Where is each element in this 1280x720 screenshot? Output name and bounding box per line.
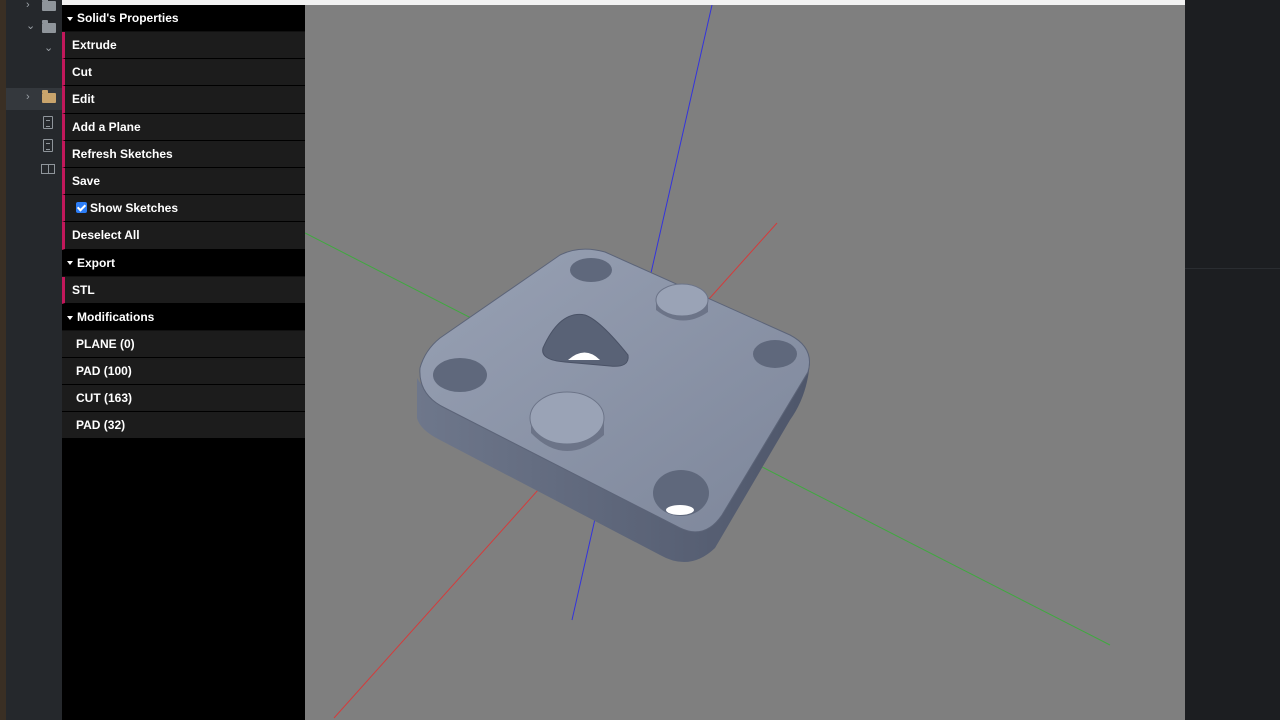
pad-small xyxy=(655,283,709,321)
modification-item-plane[interactable]: PLANE (0) xyxy=(62,330,305,358)
file-tree: › ⌄ ⌄ › xyxy=(6,0,62,720)
scene-canvas[interactable] xyxy=(304,4,1185,720)
tree-row-file-2[interactable] xyxy=(6,136,62,158)
tree-row-subitem[interactable]: ⌄ xyxy=(6,42,62,64)
show-sketches-toggle[interactable]: Show Sketches xyxy=(62,195,305,223)
edit-button[interactable]: Edit xyxy=(62,86,305,114)
section-title: Solid's Properties xyxy=(77,11,179,25)
chevron-down-icon[interactable]: ⌄ xyxy=(26,19,35,32)
caret-down-icon xyxy=(67,16,73,21)
folder-icon xyxy=(42,0,56,11)
export-stl-button[interactable]: STL xyxy=(62,276,305,304)
divider xyxy=(1185,268,1280,269)
hole-bottom-through xyxy=(666,505,694,515)
modification-item-pad-2[interactable]: PAD (32) xyxy=(62,412,305,440)
checkbox-checked-icon[interactable] xyxy=(76,202,87,214)
add-plane-button[interactable]: Add a Plane xyxy=(62,113,305,141)
section-solids-properties[interactable]: Solid's Properties xyxy=(62,5,305,32)
document-icon xyxy=(43,116,53,129)
section-title: Export xyxy=(77,255,116,270)
hole-top xyxy=(570,258,612,282)
hole-right xyxy=(753,340,797,368)
section-title: Modifications xyxy=(77,309,155,324)
tree-row-folder-1[interactable]: › xyxy=(6,0,62,18)
document-icon xyxy=(43,139,53,152)
properties-panel: Solid's Properties Extrude Cut Edit Add … xyxy=(62,5,305,720)
tree-row-file-1[interactable] xyxy=(6,113,62,135)
deselect-all-button[interactable]: Deselect All xyxy=(62,222,305,250)
save-button[interactable]: Save xyxy=(62,167,305,196)
folder-icon xyxy=(42,90,56,103)
section-export[interactable]: Export xyxy=(62,250,305,277)
tree-row-folder-active[interactable]: › xyxy=(6,88,62,110)
3d-viewport[interactable] xyxy=(304,4,1185,720)
hole-left xyxy=(433,358,487,392)
plate-top-face xyxy=(419,248,810,533)
app-window: › ⌄ ⌄ › Solid's Properties Extrude Cut E… xyxy=(0,0,1280,720)
tree-row-folder-2[interactable]: ⌄ xyxy=(6,18,62,40)
book-icon xyxy=(41,164,55,174)
cut-button[interactable]: Cut xyxy=(62,59,305,87)
chevron-right-icon[interactable]: › xyxy=(26,0,30,11)
tree-row-book[interactable] xyxy=(6,159,62,181)
modification-item-cut[interactable]: CUT (163) xyxy=(62,385,305,413)
refresh-sketches-button[interactable]: Refresh Sketches xyxy=(62,140,305,168)
caret-down-icon xyxy=(67,261,73,266)
caret-down-icon xyxy=(67,315,73,320)
chevron-down-icon[interactable]: ⌄ xyxy=(44,41,53,54)
right-side-area xyxy=(1185,0,1280,720)
extrude-button[interactable]: Extrude xyxy=(62,32,305,60)
section-modifications[interactable]: Modifications xyxy=(62,304,305,331)
show-sketches-label: Show Sketches xyxy=(90,201,179,216)
modification-item-pad-1[interactable]: PAD (100) xyxy=(62,357,305,386)
folder-icon xyxy=(42,20,56,33)
chevron-right-icon[interactable]: › xyxy=(26,91,30,103)
